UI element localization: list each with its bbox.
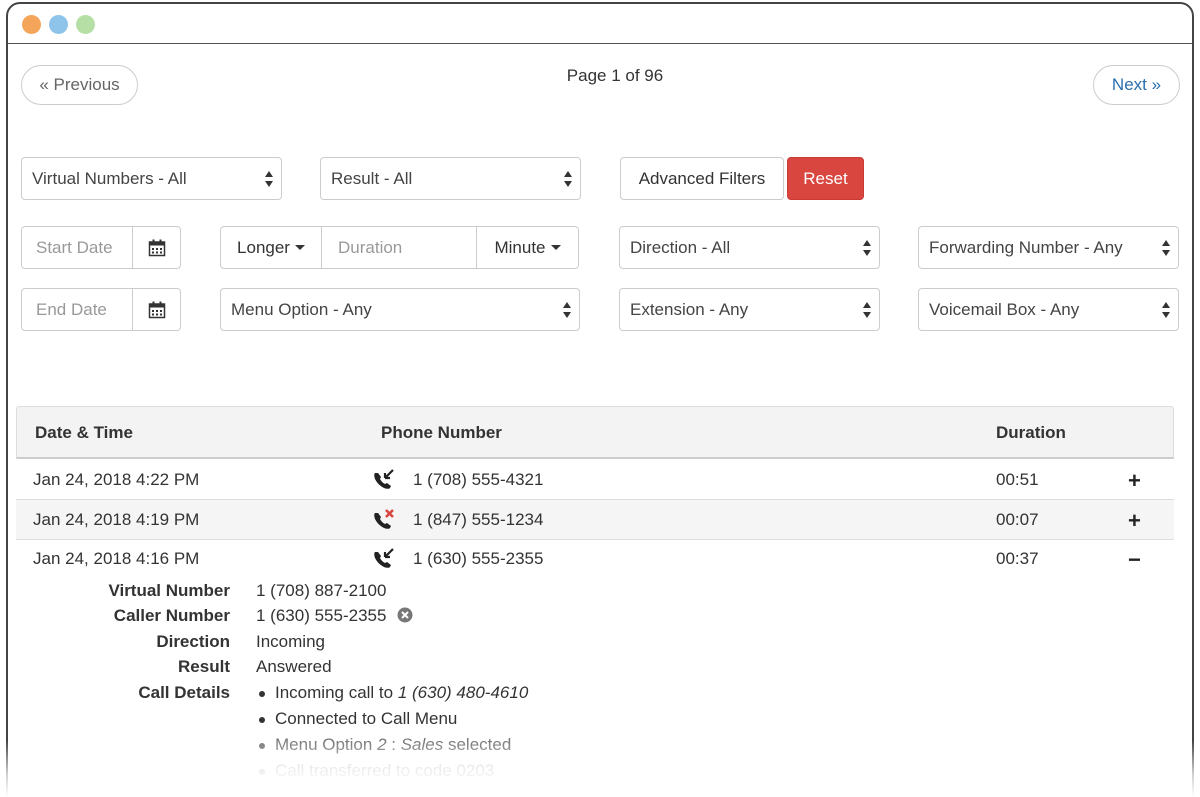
virtual-number-value: 1 (708) 887-2100 [256,581,387,600]
result-select[interactable]: Result - All [320,157,581,200]
duration-compare-dropdown[interactable]: Longer [221,227,321,268]
row-duration: 00:37 [996,549,1039,568]
end-date-input[interactable]: End Date [22,300,132,320]
duration-filter-group: Longer Duration Minute [220,226,579,269]
table-row[interactable]: Jan 24, 2018 4:16 PM 1 (630) 555-2355 00… [16,539,1174,579]
duration-compare-label: Longer [237,237,290,257]
select-arrows-icon [1161,300,1171,320]
call-details-panel: Virtual Number 1 (708) 887-2100 Caller N… [0,581,1200,797]
virtual-numbers-select-label: Virtual Numbers - All [32,168,187,188]
call-detail-separator: : [386,735,401,754]
table-row[interactable]: Jan 24, 2018 4:22 PM 1 (708) 555-4321 00… [16,460,1174,500]
end-date-group: End Date [21,288,181,331]
calendar-icon[interactable] [132,289,180,330]
menu-option-number: 2 [377,735,387,754]
caret-down-icon [550,245,561,250]
call-detail-text: Call transferred to code 0203 [275,761,495,780]
direction-label: Direction [156,632,230,651]
voicemail-box-select[interactable]: Voicemail Box - Any [918,288,1179,331]
forwarding-number-select[interactable]: Forwarding Number - Any [918,226,1179,269]
call-detail-text: Menu Option [275,735,378,754]
select-arrows-icon [862,238,872,258]
header-duration[interactable]: Duration [996,423,1066,443]
table-row[interactable]: Jan 24, 2018 4:19 PM 1 (847) 555-1234 00… [16,500,1174,540]
caller-number-label: Caller Number [113,606,230,625]
start-date-group: Start Date [21,226,181,269]
header-phone-number[interactable]: Phone Number [381,423,502,443]
list-item: Menu Option 2 : Sales selected [256,735,528,761]
start-date-input[interactable]: Start Date [22,238,132,258]
forwarding-number-select-label: Forwarding Number - Any [929,237,1123,257]
caller-number-value: 1 (630) 555-2355 [256,606,387,625]
row-date: Jan 24, 2018 4:16 PM [33,549,200,568]
duration-unit-dropdown[interactable]: Minute [477,227,578,268]
list-item: Incoming call to 1 (630) 480-4610 [256,683,528,709]
window-minimize-dot[interactable] [49,15,68,34]
duration-input[interactable]: Duration [321,227,477,268]
row-date: Jan 24, 2018 4:22 PM [33,470,200,489]
row-duration: 00:51 [996,470,1039,489]
menu-option-name: Sales [400,735,444,754]
call-detail-text: selected [443,735,512,754]
title-bar [8,4,1192,44]
select-arrows-icon [563,169,573,189]
select-arrows-icon [862,300,872,320]
call-detail-text: Connected to Call Menu [275,709,458,728]
call-details-list: Incoming call to 1 (630) 480-4610 Connec… [256,683,528,787]
call-detail-number: 1 (630) 480-4610 [397,683,529,702]
duration-unit-label: Minute [494,237,546,257]
phone-incoming-icon [372,469,396,491]
next-button[interactable]: Next » [1093,65,1180,105]
direction-select[interactable]: Direction - All [619,226,880,269]
page-info: Page 1 of 96 [566,66,664,85]
select-arrows-icon [264,169,274,189]
virtual-numbers-select[interactable]: Virtual Numbers - All [21,157,282,200]
extension-select-label: Extension - Any [630,299,749,319]
caller-number-row: 1 (630) 555-2355 [256,606,413,628]
row-phone: 1 (847) 555-1234 [413,510,544,529]
virtual-number-label: Virtual Number [108,581,230,600]
row-duration: 00:07 [996,510,1039,529]
call-detail-text: Incoming call to [275,683,398,702]
advanced-filters-button[interactable]: Advanced Filters [620,157,784,200]
window-maximize-dot[interactable] [76,15,95,34]
caret-down-icon [294,245,305,250]
phone-incoming-icon [372,548,396,570]
voicemail-box-select-label: Voicemail Box - Any [929,299,1080,319]
extension-select[interactable]: Extension - Any [619,288,880,331]
result-label: Result [178,657,230,676]
calendar-icon[interactable] [132,227,180,268]
row-date: Jan 24, 2018 4:19 PM [33,510,200,529]
select-arrows-icon [1161,238,1171,258]
direction-select-label: Direction - All [630,237,731,257]
phone-missed-icon [372,509,396,531]
expand-plus-icon[interactable]: + [1128,508,1141,534]
list-item: Connected to Call Menu [256,709,528,735]
reset-button[interactable]: Reset [787,157,864,200]
list-item: Call transferred to code 0203 [256,761,528,787]
header-date-time[interactable]: Date & Time [35,423,133,443]
menu-option-select[interactable]: Menu Option - Any [220,288,580,331]
expand-plus-icon[interactable]: + [1128,468,1141,494]
result-select-label: Result - All [331,168,413,188]
calls-table-header: Date & Time Phone Number Duration [16,406,1174,459]
collapse-minus-icon[interactable]: − [1128,547,1141,573]
direction-value: Incoming [256,632,325,651]
row-phone: 1 (630) 555-2355 [413,549,544,568]
row-phone: 1 (708) 555-4321 [413,470,544,489]
window-close-dot[interactable] [22,15,41,34]
remove-circle-icon[interactable] [397,607,413,628]
menu-option-select-label: Menu Option - Any [231,299,372,319]
select-arrows-icon [562,300,572,320]
result-value: Answered [256,657,332,676]
call-details-label: Call Details [138,683,230,702]
